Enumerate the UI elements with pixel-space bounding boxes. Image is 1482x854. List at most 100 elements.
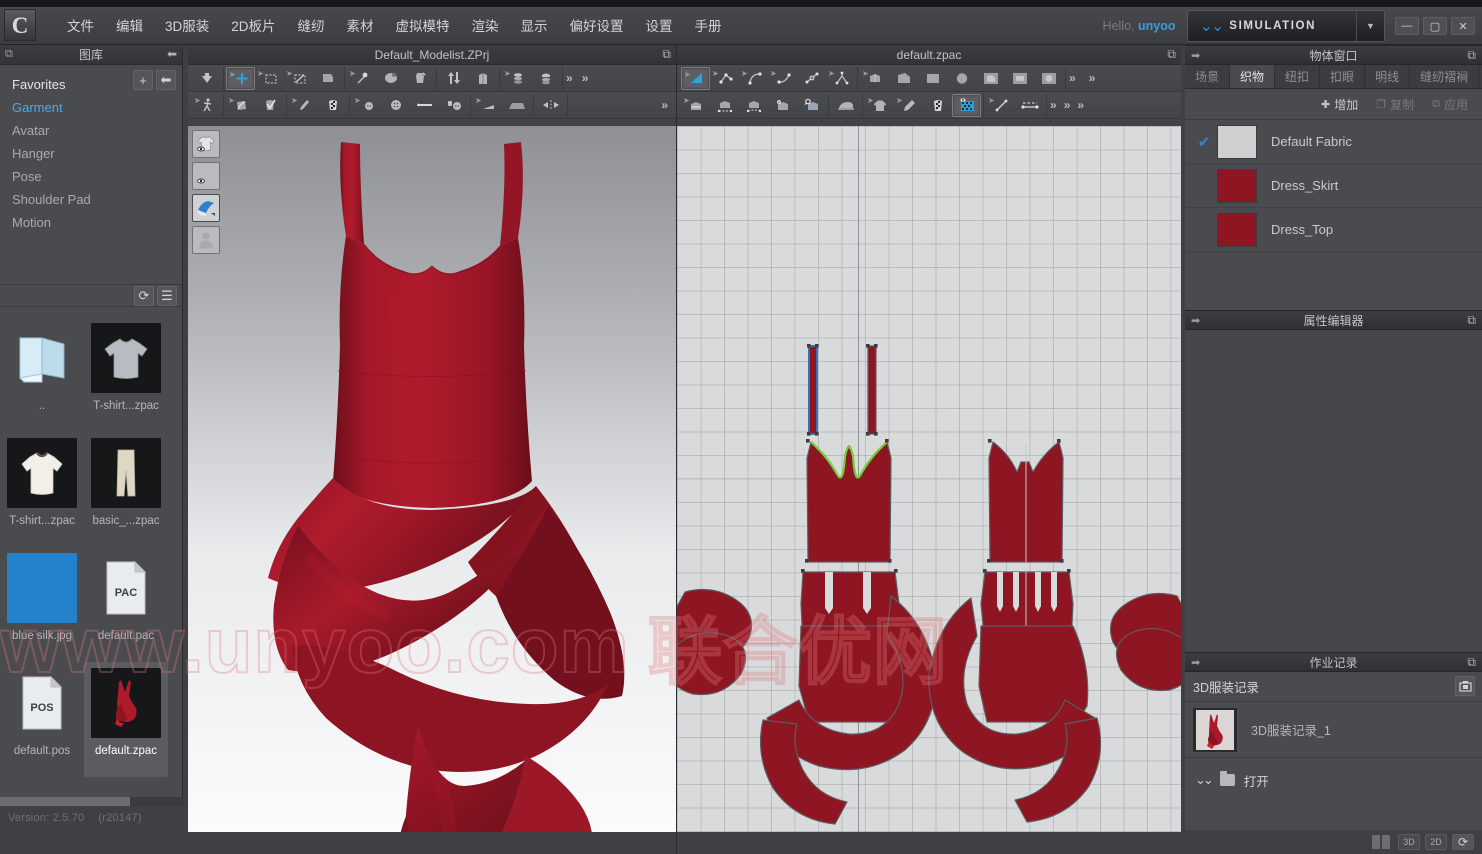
library-file-default-pos[interactable]: POS default.pos: [0, 662, 84, 777]
tab-button[interactable]: 纽扣: [1275, 65, 1321, 88]
zipper-line-icon[interactable]: [410, 94, 439, 117]
rectangle-icon[interactable]: [918, 67, 947, 90]
refresh-icon[interactable]: ⟳: [134, 286, 154, 306]
add-fabric-button[interactable]: ✚ 增加: [1313, 94, 1366, 115]
toolbar-overflow-icon-2[interactable]: »: [579, 71, 589, 85]
menu-file[interactable]: 文件: [56, 9, 105, 41]
library-horizontal-scrollbar[interactable]: [0, 797, 183, 806]
fold-arrange-icon[interactable]: [313, 67, 342, 90]
sew-multi-icon[interactable]: [739, 94, 768, 117]
transform-box-icon[interactable]: ➤: [284, 67, 313, 90]
toolbar-overflow-icon[interactable]: »: [563, 71, 573, 85]
iron-icon[interactable]: [831, 94, 860, 117]
library-file-default-pac[interactable]: PAC default.pac: [84, 547, 168, 662]
split-line-icon[interactable]: ➤: [826, 67, 855, 90]
measure-line-icon[interactable]: ➤: [986, 94, 1015, 117]
sew-free-icon[interactable]: [710, 94, 739, 117]
simulation-mode-selector[interactable]: ⌄⌄ SIMULATION ▼: [1187, 10, 1385, 42]
library-item-avatar[interactable]: Avatar: [0, 119, 182, 142]
window-minimize-button[interactable]: —: [1395, 17, 1419, 35]
chevron-down-icon[interactable]: ▼: [1356, 11, 1384, 41]
circle-icon[interactable]: [947, 67, 976, 90]
reset-view-button[interactable]: ⟳: [1452, 834, 1474, 850]
undock-icon[interactable]: ⧉: [1467, 655, 1476, 670]
button-icon[interactable]: [381, 94, 410, 117]
layer-stack-icon[interactable]: ➤: [502, 67, 531, 90]
flip-icon[interactable]: [439, 67, 468, 90]
pattern-select-icon[interactable]: ➤: [681, 66, 710, 90]
library-file-default-zpac[interactable]: default.zpac: [84, 662, 168, 777]
menu-manual[interactable]: 手册: [684, 9, 733, 41]
library-item-pose[interactable]: Pose: [0, 165, 182, 188]
unfold-icon[interactable]: [468, 67, 497, 90]
edit-curve-icon[interactable]: ➤: [739, 67, 768, 90]
pattern-move-icon[interactable]: ➤: [860, 67, 889, 90]
garment-piece-icon[interactable]: ➤: [865, 94, 894, 117]
collapse-right-icon[interactable]: ➡: [1191, 314, 1200, 327]
library-item-hanger[interactable]: Hanger: [0, 142, 182, 165]
collapse-left-icon[interactable]: ⬅: [167, 47, 177, 61]
tab-scene[interactable]: 场景: [1185, 65, 1231, 88]
select-move-icon[interactable]: ➤: [226, 66, 255, 90]
collapse-right-icon[interactable]: ➡: [1191, 49, 1200, 62]
fabric-visibility-toggle[interactable]: [192, 194, 220, 222]
texture-2d-icon[interactable]: [923, 94, 952, 117]
menu-avatar[interactable]: 虚拟模特: [385, 9, 461, 41]
toolbar-overflow-icon-2[interactable]: »: [1086, 71, 1096, 85]
sew-check-icon[interactable]: [768, 94, 797, 117]
add-favorite-button[interactable]: +: [133, 70, 153, 90]
chevron-double-down-icon[interactable]: ⌄⌄: [1195, 772, 1214, 788]
library-item-shoulder-pad[interactable]: Shoulder Pad: [0, 188, 182, 211]
arrange-check-icon[interactable]: [255, 94, 284, 117]
library-file-tshirt-gray[interactable]: T-shirt...zpac: [84, 317, 168, 432]
avatar-garment-icon[interactable]: [405, 67, 434, 90]
window-close-button[interactable]: ✕: [1451, 17, 1475, 35]
button-place-icon[interactable]: ➤: [352, 94, 381, 117]
back-button[interactable]: ⬅: [156, 70, 176, 90]
toolbar-overflow-icon[interactable]: »: [1047, 98, 1057, 112]
list-view-icon[interactable]: ☰: [157, 286, 177, 306]
library-item-motion[interactable]: Motion: [0, 211, 182, 234]
tab-topstitch[interactable]: 明线: [1365, 65, 1411, 88]
symmetry-icon[interactable]: [536, 94, 565, 117]
fabric-row-default[interactable]: ✔ Default Fabric: [1185, 120, 1482, 164]
menu-settings[interactable]: 设置: [635, 9, 684, 41]
menu-2d-pattern[interactable]: 2D板片: [220, 9, 286, 41]
garment-visibility-toggle[interactable]: [192, 130, 220, 158]
library-item-garment[interactable]: Garment: [0, 96, 182, 119]
menu-sewing[interactable]: 缝纫: [287, 9, 336, 41]
texture-grid-icon[interactable]: [318, 94, 347, 117]
avatar-silhouette-toggle[interactable]: [192, 226, 220, 254]
library-file-blue-silk[interactable]: blue silk.jpg: [0, 547, 84, 662]
job-log-open-row[interactable]: ⌄⌄ 打开: [1185, 758, 1482, 802]
fold-angle-icon[interactable]: ➤: [473, 94, 502, 117]
collapse-right-icon[interactable]: ➡: [1191, 656, 1200, 669]
split-view-button[interactable]: [1369, 834, 1393, 850]
menu-material[interactable]: 素材: [336, 9, 385, 41]
snapshot-icon[interactable]: [1455, 676, 1475, 696]
rectangle-select-icon[interactable]: ➤: [255, 67, 284, 90]
brush-icon[interactable]: ➤: [289, 94, 318, 117]
library-file-basic-pants[interactable]: basic_...zpac: [84, 432, 168, 547]
undock-icon[interactable]: ⧉: [5, 48, 13, 61]
tack-icon[interactable]: [376, 67, 405, 90]
window-maximize-button[interactable]: ▢: [1423, 17, 1447, 35]
undock-icon[interactable]: ⧉: [662, 47, 671, 62]
toolbar-overflow-icon[interactable]: »: [1066, 71, 1076, 85]
toolbar-overflow-icon-3[interactable]: »: [658, 98, 668, 112]
fabric-checked-icon[interactable]: ✔: [1191, 133, 1217, 151]
tab-pleat[interactable]: 缝纫褶裥: [1410, 65, 1480, 88]
menu-3d-garment[interactable]: 3D服装: [154, 9, 220, 41]
pin-icon[interactable]: ➤: [347, 67, 376, 90]
undock-icon[interactable]: ⧉: [1467, 48, 1476, 63]
job-log-entry[interactable]: 3D服装记录_1: [1185, 702, 1482, 758]
view-2d-canvas[interactable]: [677, 126, 1181, 832]
panel-divider[interactable]: [676, 45, 677, 854]
tab-buttonhole[interactable]: 扣眼: [1320, 65, 1366, 88]
edit-point-icon[interactable]: ➤: [710, 67, 739, 90]
duplicate-fabric-button[interactable]: ❐ 复制: [1368, 94, 1422, 115]
brush-2d-icon[interactable]: ➤: [894, 94, 923, 117]
sync-arrow-icon[interactable]: [192, 67, 221, 90]
library-file-tshirt-white[interactable]: T-shirt...zpac: [0, 432, 84, 547]
sew-segment-icon[interactable]: ➤: [681, 94, 710, 117]
